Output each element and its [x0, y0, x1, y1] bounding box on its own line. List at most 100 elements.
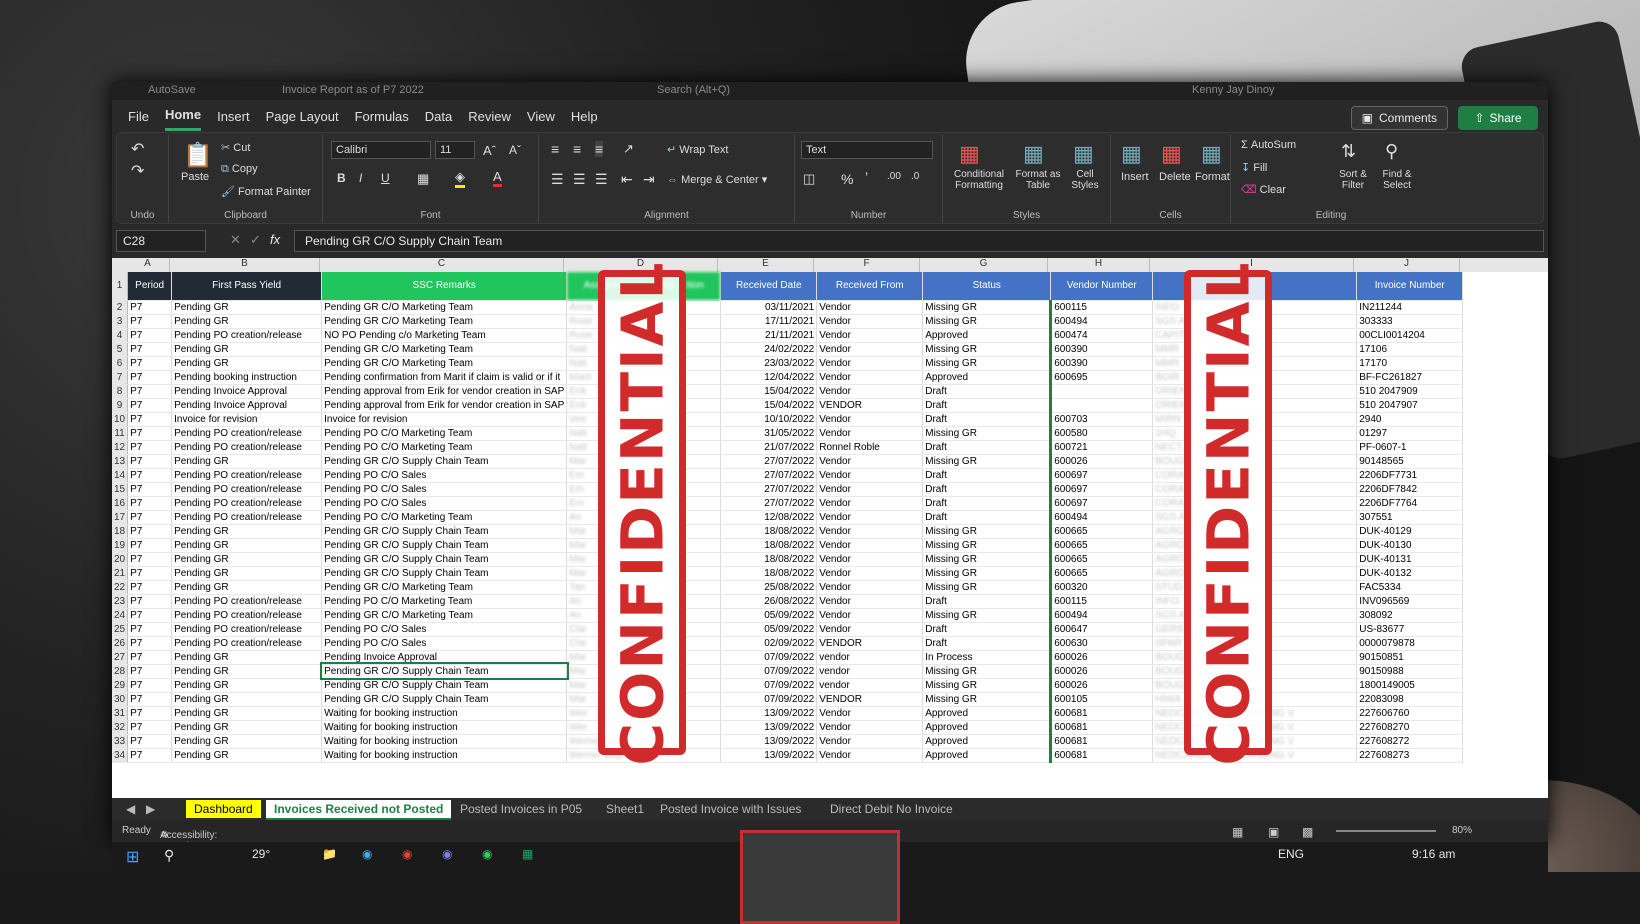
table-cell[interactable]: Draft: [922, 482, 1052, 497]
table-cell[interactable]: 600390: [1049, 356, 1154, 371]
table-cell[interactable]: VENDOR: [816, 692, 924, 707]
table-cell[interactable]: 600494: [1049, 608, 1154, 623]
table-cell[interactable]: P7: [127, 342, 173, 357]
table-cell[interactable]: Vendor: [816, 552, 924, 567]
table-cell[interactable]: 21/11/2021: [720, 328, 818, 343]
table-cell[interactable]: Pending PO C/O Sales: [321, 622, 568, 637]
table-cell[interactable]: VENDOR: [816, 398, 924, 413]
table-cell[interactable]: 25/08/2022: [720, 580, 818, 595]
table-cell[interactable]: Vendor: [816, 524, 924, 539]
row-number[interactable]: 13: [112, 454, 129, 469]
comma-icon[interactable]: ’: [865, 169, 868, 185]
insert-cells-icon[interactable]: ▦: [1121, 141, 1142, 167]
menu-tab-view[interactable]: View: [527, 103, 555, 130]
align-middle-icon[interactable]: ≡: [573, 141, 581, 157]
fill-button[interactable]: ↧ Fill: [1241, 161, 1267, 174]
table-cell[interactable]: Approved: [922, 328, 1052, 343]
table-cell[interactable]: Pending GR C/O Marketing Team: [321, 314, 568, 329]
table-cell[interactable]: Pending GR C/O Marketing Team: [321, 300, 568, 315]
table-cell[interactable]: P7: [127, 412, 173, 427]
table-cell[interactable]: Missing GR: [922, 538, 1052, 553]
table-cell[interactable]: P7: [127, 454, 173, 469]
table-cell[interactable]: Missing GR: [922, 300, 1052, 315]
copy-button[interactable]: ⧉ Copy: [221, 163, 258, 176]
number-format-select[interactable]: Text: [801, 141, 933, 159]
table-cell[interactable]: Waiting for booking instruction: [321, 720, 568, 735]
function-icon[interactable]: fx: [270, 232, 280, 247]
table-cell[interactable]: 510 2047907: [1356, 398, 1464, 413]
row-number[interactable]: 7: [112, 370, 129, 385]
table-cell[interactable]: Pending GR: [171, 692, 323, 707]
sheet-tab[interactable]: Posted Invoice with Issues: [652, 800, 809, 818]
align-top-icon[interactable]: ≡: [551, 141, 559, 157]
table-cell[interactable]: P7: [127, 594, 173, 609]
table-cell[interactable]: Pending GR: [171, 538, 323, 553]
table-cell[interactable]: DUK-40129: [1356, 524, 1464, 539]
sort-filter-icon[interactable]: ⇅: [1341, 141, 1356, 162]
table-cell[interactable]: Draft: [922, 412, 1052, 427]
sort-filter-button[interactable]: Sort & Filter: [1333, 169, 1373, 191]
table-cell[interactable]: Draft: [922, 468, 1052, 483]
table-cell[interactable]: Pending GR C/O Marketing Team: [321, 580, 568, 595]
row-number[interactable]: 21: [112, 566, 129, 581]
row-number[interactable]: 28: [112, 664, 129, 679]
table-cell[interactable]: Vendor: [816, 510, 924, 525]
table-cell[interactable]: 90148565: [1356, 454, 1464, 469]
table-cell[interactable]: Pending PO C/O Marketing Team: [321, 594, 568, 609]
table-cell[interactable]: Missing GR: [922, 608, 1052, 623]
table-cell[interactable]: DUK-40130: [1356, 538, 1464, 553]
font-size-select[interactable]: 11: [435, 141, 475, 159]
row-number[interactable]: 23: [112, 594, 129, 609]
cut-button[interactable]: ✂ Cut: [221, 141, 250, 154]
table-cell[interactable]: Pending GR: [171, 748, 323, 763]
menu-tab-file[interactable]: File: [128, 103, 149, 130]
insert-button[interactable]: Insert: [1121, 171, 1149, 183]
table-cell[interactable]: Vendor: [816, 580, 924, 595]
table-cell[interactable]: Pending GR: [171, 342, 323, 357]
table-cell[interactable]: P7: [127, 622, 173, 637]
table-cell[interactable]: 600494: [1049, 510, 1154, 525]
table-cell[interactable]: P7: [127, 440, 173, 455]
table-cell[interactable]: 18/08/2022: [720, 538, 818, 553]
decrease-indent-icon[interactable]: ⇤: [621, 171, 633, 188]
row-number[interactable]: 9: [112, 398, 129, 413]
table-cell[interactable]: In Process: [922, 650, 1052, 665]
table-cell[interactable]: Vendor: [816, 384, 924, 399]
table-cell[interactable]: 600721: [1049, 440, 1154, 455]
table-cell[interactable]: Missing GR: [922, 524, 1052, 539]
table-cell[interactable]: Pending GR C/O Marketing Team: [321, 342, 568, 357]
table-cell[interactable]: Pending PO creation/release: [171, 482, 323, 497]
table-cell[interactable]: Pending PO C/O Marketing Team: [321, 510, 568, 525]
align-left-icon[interactable]: ☰: [551, 171, 564, 188]
table-cell[interactable]: P7: [127, 398, 173, 413]
table-cell[interactable]: US-83677: [1356, 622, 1464, 637]
table-cell[interactable]: 22083098: [1356, 692, 1464, 707]
search-icon[interactable]: ⚲: [164, 847, 174, 864]
table-cell[interactable]: Pending GR C/O Supply Chain Team: [321, 678, 568, 693]
chrome-icon[interactable]: ◉: [402, 847, 412, 861]
row-number[interactable]: 27: [112, 650, 129, 665]
edge-icon[interactable]: ◉: [362, 847, 372, 861]
table-cell[interactable]: Vendor: [816, 482, 924, 497]
table-cell[interactable]: Draft: [922, 398, 1052, 413]
table-cell[interactable]: IN211244: [1356, 300, 1464, 315]
table-cell[interactable]: Pending GR: [171, 720, 323, 735]
table-cell[interactable]: DUK-40131: [1356, 552, 1464, 567]
percent-icon[interactable]: %: [841, 171, 853, 187]
table-cell[interactable]: Vendor: [816, 412, 924, 427]
header-invoice-number[interactable]: Invoice Number: [1356, 272, 1464, 301]
table-cell[interactable]: 27/07/2022: [720, 468, 818, 483]
table-cell[interactable]: 00CLI0014204: [1356, 328, 1464, 343]
find-icon[interactable]: ⚲: [1385, 141, 1398, 162]
table-cell[interactable]: P7: [127, 468, 173, 483]
table-cell[interactable]: Draft: [922, 510, 1052, 525]
table-cell[interactable]: VENDOR: [816, 636, 924, 651]
row-number[interactable]: 5: [112, 342, 129, 357]
row-number[interactable]: 18: [112, 524, 129, 539]
menu-tab-data[interactable]: Data: [425, 103, 452, 130]
table-cell[interactable]: Pending GR: [171, 356, 323, 371]
table-cell[interactable]: 227608272: [1356, 734, 1464, 749]
table-cell[interactable]: Missing GR: [922, 314, 1052, 329]
table-cell[interactable]: Missing GR: [922, 664, 1052, 679]
fill-color-icon[interactable]: ◈: [455, 169, 465, 188]
